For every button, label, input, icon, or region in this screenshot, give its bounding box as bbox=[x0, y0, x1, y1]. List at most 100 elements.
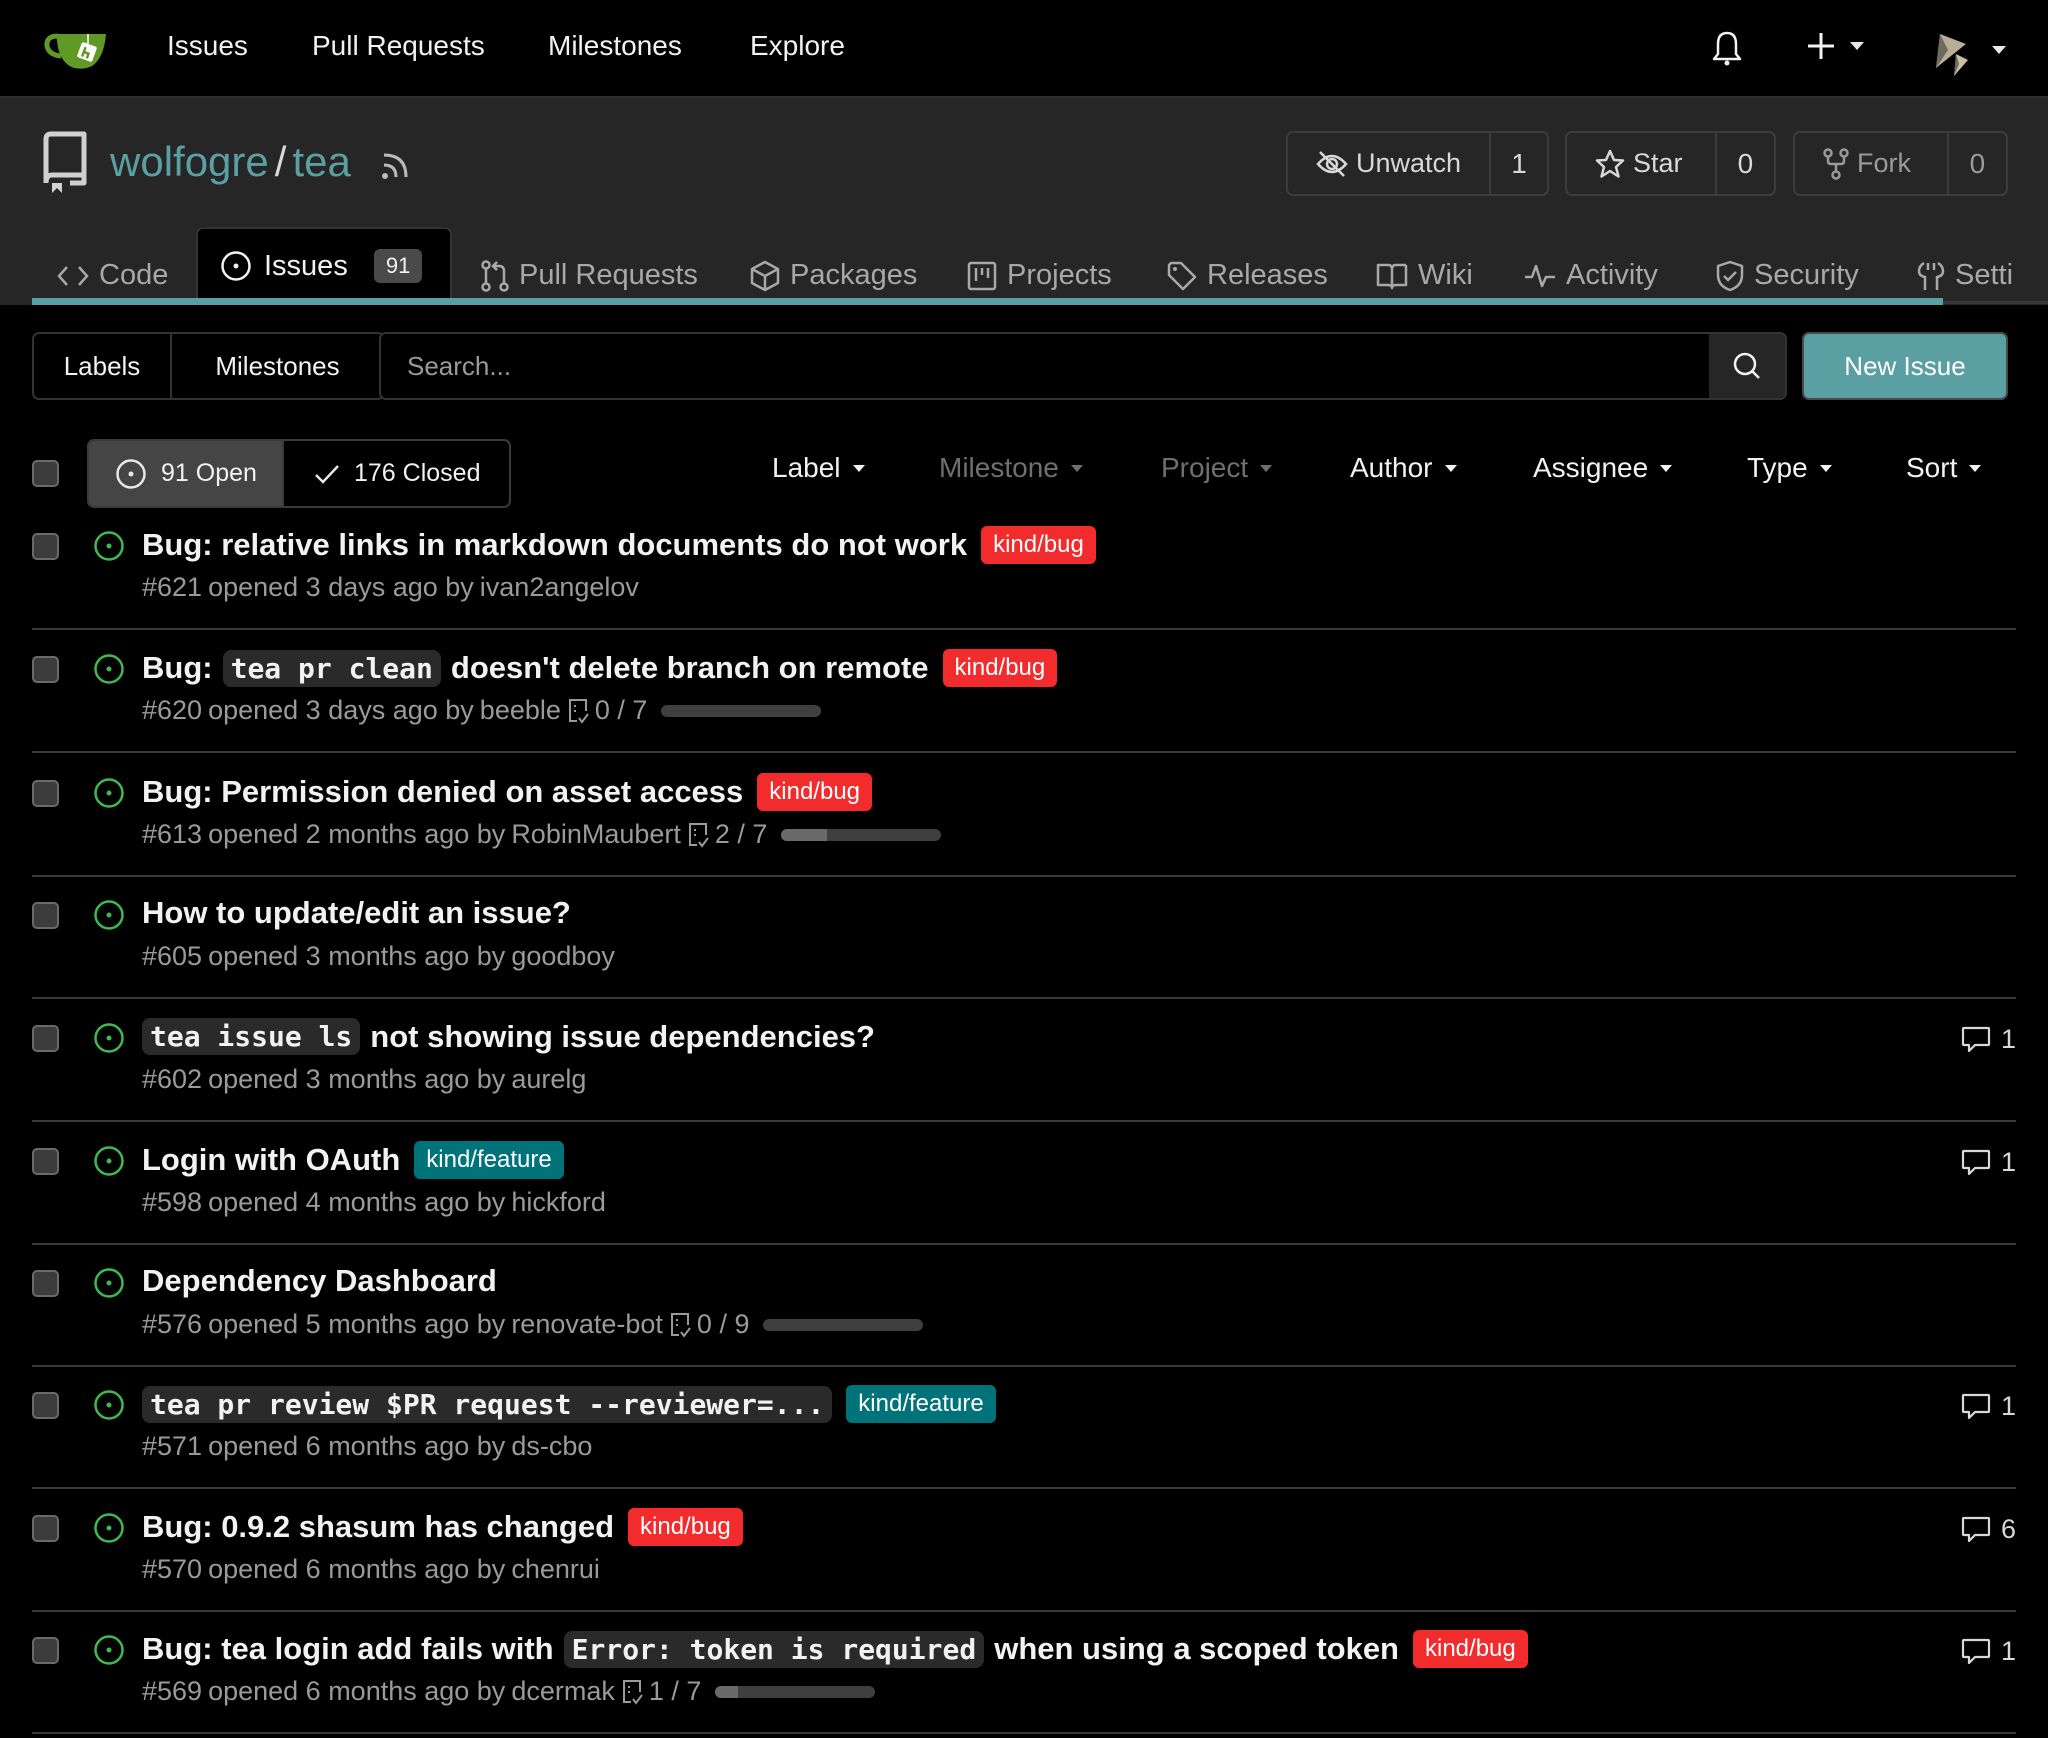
issue-checkbox[interactable] bbox=[32, 656, 59, 683]
unwatch-button[interactable]: Unwatch bbox=[1288, 133, 1492, 194]
issue-label-bug[interactable]: kind/bug bbox=[942, 649, 1058, 687]
star-button[interactable]: Star bbox=[1567, 133, 1717, 194]
issue-author-link[interactable]: chenrui bbox=[511, 1554, 600, 1585]
comment-count[interactable]: 1 bbox=[1961, 1636, 2016, 1667]
issue-author-link[interactable]: ivan2angelov bbox=[480, 572, 639, 603]
closed-issues-button[interactable]: 176 Closed bbox=[284, 441, 480, 506]
issue-title-code[interactable]: tea issue ls bbox=[142, 1018, 361, 1055]
issue-number[interactable]: #570 bbox=[142, 1554, 202, 1585]
issue-number[interactable]: #620 bbox=[142, 695, 202, 726]
new-issue-button[interactable]: New Issue bbox=[1802, 332, 2008, 400]
filter-project[interactable]: Project bbox=[1161, 452, 1273, 484]
issue-title-code[interactable]: tea pr review $PR request --reviewer=... bbox=[142, 1385, 833, 1423]
user-menu[interactable] bbox=[1926, 24, 2006, 76]
issue-author-link[interactable]: ds-cbo bbox=[511, 1431, 592, 1462]
bell-icon[interactable] bbox=[1710, 30, 1744, 68]
open-issues-button[interactable]: 91 Open bbox=[89, 441, 284, 506]
issue-number[interactable]: #598 bbox=[142, 1187, 202, 1218]
tab-pull-requests[interactable]: Pull Requests bbox=[481, 248, 698, 303]
tab-projects[interactable]: Projects bbox=[967, 248, 1112, 303]
nav-milestones[interactable]: Milestones bbox=[548, 30, 682, 62]
filter-label[interactable]: Label bbox=[772, 452, 865, 484]
issue-label-bug[interactable]: kind/bug bbox=[1413, 1630, 1528, 1668]
issue-checkbox[interactable] bbox=[32, 1515, 59, 1542]
issue-label-bug[interactable]: kind/bug bbox=[757, 773, 873, 811]
issue-author-link[interactable]: beeble bbox=[480, 695, 561, 726]
tab-security[interactable]: Security bbox=[1716, 248, 1859, 303]
issue-checkbox[interactable] bbox=[32, 1025, 59, 1052]
filter-assignee[interactable]: Assignee bbox=[1533, 452, 1673, 484]
sort-dropdown[interactable]: Sort bbox=[1906, 452, 1982, 484]
issue-title-link[interactable]: Login with OAuth bbox=[142, 1142, 400, 1178]
issue-title-link[interactable]: Bug: tea login add fails with bbox=[142, 1631, 554, 1667]
search-input[interactable] bbox=[381, 334, 1709, 398]
search-button[interactable] bbox=[1709, 334, 1785, 398]
issue-title-link[interactable]: not showing issue dependencies? bbox=[370, 1019, 875, 1055]
filter-milestone[interactable]: Milestone bbox=[939, 452, 1083, 484]
issue-label-feature[interactable]: kind/feature bbox=[846, 1385, 996, 1423]
nav-pull-requests[interactable]: Pull Requests bbox=[312, 30, 485, 62]
tab-wiki[interactable]: Wiki bbox=[1376, 248, 1473, 303]
issue-number[interactable]: #605 bbox=[142, 941, 202, 972]
tab-packages[interactable]: Packages bbox=[750, 248, 917, 303]
tab-releases[interactable]: Releases bbox=[1167, 248, 1328, 303]
issue-author-link[interactable]: RobinMaubert bbox=[511, 819, 681, 850]
select-all-checkbox[interactable] bbox=[32, 460, 59, 487]
issue-checkbox[interactable] bbox=[32, 1392, 59, 1419]
issue-checkbox[interactable] bbox=[32, 1270, 59, 1297]
issue-checkbox[interactable] bbox=[32, 533, 59, 560]
comment-count[interactable]: 1 bbox=[1961, 1391, 2016, 1422]
issue-number[interactable]: #569 bbox=[142, 1676, 202, 1707]
rss-feed-icon[interactable] bbox=[380, 151, 410, 181]
issue-title-link[interactable]: when using a scoped token bbox=[994, 1631, 1399, 1667]
issue-title-link[interactable]: doesn't delete branch on remote bbox=[451, 650, 929, 686]
comment-count[interactable]: 6 bbox=[1961, 1514, 2016, 1545]
comment-count[interactable]: 1 bbox=[1961, 1024, 2016, 1055]
issue-title-code[interactable]: tea pr clean bbox=[222, 649, 441, 687]
issue-number[interactable]: #602 bbox=[142, 1064, 202, 1095]
tab-code[interactable]: Code bbox=[57, 248, 168, 303]
issue-checkbox[interactable] bbox=[32, 1148, 59, 1175]
tab-issues[interactable]: Issues 91 bbox=[196, 227, 452, 303]
filter-type[interactable]: Type bbox=[1747, 452, 1832, 484]
repo-name-link[interactable]: tea bbox=[292, 138, 350, 185]
issue-title-link[interactable]: Bug: relative links in markdown document… bbox=[142, 527, 967, 563]
labels-button[interactable]: Labels bbox=[34, 334, 172, 398]
issue-label-bug[interactable]: kind/bug bbox=[981, 526, 1096, 564]
nav-explore[interactable]: Explore bbox=[750, 30, 845, 62]
watchers-count[interactable]: 1 bbox=[1491, 133, 1547, 194]
milestones-button[interactable]: Milestones bbox=[172, 334, 383, 398]
issue-checkbox[interactable] bbox=[32, 780, 59, 807]
issue-author-link[interactable]: goodboy bbox=[511, 941, 615, 972]
nav-issues[interactable]: Issues bbox=[167, 30, 248, 62]
issue-number[interactable]: #613 bbox=[142, 819, 202, 850]
issue-label-bug[interactable]: kind/bug bbox=[628, 1508, 743, 1546]
task-progress-bar bbox=[781, 828, 942, 841]
fork-button[interactable]: Fork bbox=[1795, 133, 1949, 194]
issue-author-link[interactable]: renovate-bot bbox=[511, 1309, 663, 1340]
issue-label-feature[interactable]: kind/feature bbox=[414, 1141, 564, 1179]
create-menu[interactable] bbox=[1806, 31, 1864, 61]
issue-title-code[interactable]: Error: token is required bbox=[563, 1630, 985, 1668]
comment-count[interactable]: 1 bbox=[1961, 1147, 2016, 1178]
issue-title-link[interactable]: Bug: Permission denied on asset access bbox=[142, 774, 743, 810]
issue-title-link[interactable]: Dependency Dashboard bbox=[142, 1263, 497, 1299]
tab-settings[interactable]: Setti bbox=[1917, 248, 2013, 303]
issue-title-link[interactable]: Bug: bbox=[142, 650, 213, 686]
gitea-logo[interactable] bbox=[44, 28, 108, 70]
issue-number[interactable]: #571 bbox=[142, 1431, 202, 1462]
filter-author[interactable]: Author bbox=[1350, 452, 1457, 484]
issue-checkbox[interactable] bbox=[32, 902, 59, 929]
issue-title-link[interactable]: Bug: 0.9.2 shasum has changed bbox=[142, 1509, 614, 1545]
issue-author-link[interactable]: hickford bbox=[511, 1187, 606, 1218]
stars-count[interactable]: 0 bbox=[1717, 133, 1774, 194]
issue-checkbox[interactable] bbox=[32, 1637, 59, 1664]
issue-number[interactable]: #576 bbox=[142, 1309, 202, 1340]
issue-author-link[interactable]: aurelg bbox=[511, 1064, 586, 1095]
repo-owner-link[interactable]: wolfogre bbox=[110, 138, 269, 185]
issue-number[interactable]: #621 bbox=[142, 572, 202, 603]
forks-count[interactable]: 0 bbox=[1949, 133, 2006, 194]
issue-title-link[interactable]: How to update/edit an issue? bbox=[142, 895, 571, 931]
tab-activity[interactable]: Activity bbox=[1524, 248, 1658, 303]
issue-author-link[interactable]: dcermak bbox=[511, 1676, 615, 1707]
